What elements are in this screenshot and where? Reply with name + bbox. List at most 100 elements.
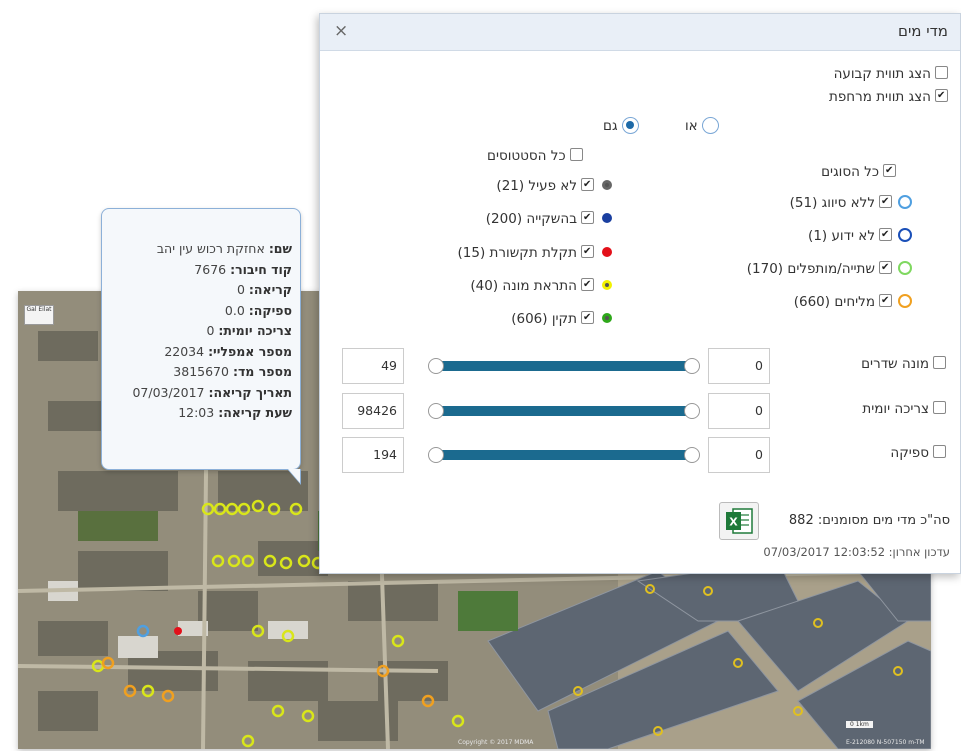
- status-checkbox[interactable]: [581, 311, 594, 324]
- filter-row-transmissions[interactable]: מונה שדרים: [861, 356, 946, 372]
- status-checkbox[interactable]: [581, 278, 594, 291]
- status-item-irrigating[interactable]: בהשקייה (200): [486, 211, 612, 227]
- filter-checkbox[interactable]: [933, 445, 946, 458]
- filter-min-input[interactable]: 0: [708, 393, 770, 429]
- filter-max-input[interactable]: 194: [342, 437, 404, 473]
- popup-row-value: 7676: [194, 261, 227, 277]
- status-checkbox[interactable]: [581, 211, 594, 224]
- type-label: שתייה/מותפלים (170): [746, 261, 875, 277]
- popup-row-value: אחזקת רכוש עין יהב: [156, 241, 265, 256]
- map-coordinates: E-212080 N-507150 m-TM: [846, 739, 925, 746]
- fixed-label-checkbox[interactable]: [935, 66, 948, 79]
- all-statuses-option[interactable]: כל הסטטוסים: [487, 148, 583, 164]
- fixed-label-option[interactable]: הצג תווית קבועה: [834, 66, 948, 82]
- popup-row: תאריך קריאה: 07/03/2017: [106, 383, 292, 404]
- all-statuses-checkbox[interactable]: [569, 148, 583, 161]
- filter-max-input[interactable]: 98426: [342, 393, 404, 429]
- filter-min-input[interactable]: 0: [708, 348, 770, 384]
- filter-max-input[interactable]: 49: [342, 348, 404, 384]
- status-label: לא פעיל (21): [496, 178, 577, 194]
- status-label: התראת מונה (40): [470, 278, 577, 294]
- popup-row-key: מספר אמפליי:: [208, 343, 292, 359]
- radio-and[interactable]: [621, 117, 639, 134]
- popup-row-key: תאריך קריאה:: [208, 384, 292, 400]
- radio-or-option[interactable]: או: [685, 117, 719, 134]
- popup-row-key: ספיקה:: [248, 302, 292, 318]
- fixed-label-text: הצג תווית קבועה: [833, 66, 931, 82]
- type-checkbox[interactable]: [879, 228, 892, 241]
- popup-row-key: צריכה יומית:: [218, 323, 292, 338]
- popup-row-value: 3815670: [173, 364, 229, 379]
- dialog-title: מדי מים: [898, 22, 948, 40]
- type-checkbox[interactable]: [879, 294, 892, 307]
- water-meters-dialog: מדי מים × הצג תווית קבועה הצג תווית מרחפ…: [319, 13, 961, 574]
- map-corner-badge: Gal Eilat: [24, 305, 54, 325]
- filter-row-daily-consumption[interactable]: צריכה יומית: [862, 401, 946, 417]
- status-checkbox[interactable]: [581, 178, 594, 191]
- type-item-saline[interactable]: מליחים (660): [794, 294, 912, 310]
- status-color-dot: [602, 313, 612, 323]
- filter-label: ספיקה: [890, 445, 929, 461]
- radio-and-label: גם: [603, 118, 618, 134]
- type-label: ללא סיווג (51): [789, 195, 875, 211]
- type-label: מליחים (660): [793, 294, 875, 310]
- meter-info-popup: שם: אחזקת רכוש עין יהב קוד חיבור: 7676 קרי…: [101, 208, 301, 485]
- type-color-ring: [898, 228, 912, 242]
- range-slider-track[interactable]: [433, 361, 697, 371]
- type-color-ring: [898, 294, 912, 308]
- map-copyright: Copyright © 2017 MDMA: [458, 739, 534, 746]
- popup-row-value: 0: [206, 323, 215, 338]
- status-checkbox[interactable]: [581, 245, 594, 258]
- radio-and-option[interactable]: גם: [603, 117, 639, 134]
- popup-row-key: שם:: [268, 241, 292, 256]
- range-slider-track[interactable]: [433, 450, 697, 460]
- range-slider-min-handle[interactable]: [428, 403, 444, 419]
- excel-export-icon: X: [726, 508, 753, 534]
- range-slider-max-handle[interactable]: [684, 447, 700, 463]
- floating-label-checkbox[interactable]: [935, 89, 948, 102]
- range-slider-min-handle[interactable]: [428, 358, 444, 374]
- all-types-checkbox[interactable]: [883, 164, 896, 177]
- type-checkbox[interactable]: [879, 261, 892, 274]
- range-slider-track[interactable]: [433, 406, 697, 416]
- type-label: לא ידוע (1): [808, 228, 875, 244]
- status-color-dot: [602, 247, 612, 257]
- type-item-unclassified[interactable]: ללא סיווג (51): [790, 195, 912, 211]
- filter-checkbox[interactable]: [933, 356, 946, 369]
- type-checkbox[interactable]: [879, 195, 892, 208]
- status-item-inactive[interactable]: לא פעיל (21): [496, 178, 612, 194]
- popup-row: שעת קריאה: 12:03: [106, 403, 292, 424]
- range-slider-min-handle[interactable]: [428, 447, 444, 463]
- range-slider-max-handle[interactable]: [684, 403, 700, 419]
- status-label: תקין (606): [511, 311, 577, 327]
- radio-or[interactable]: [702, 117, 719, 134]
- popup-row-value: 22034: [164, 343, 205, 359]
- close-icon[interactable]: ×: [334, 21, 348, 41]
- popup-row-value: 07/03/2017: [132, 384, 205, 400]
- status-item-meter-alert[interactable]: התראת מונה (40): [470, 278, 612, 294]
- all-types-label: כל הסוגים: [821, 164, 879, 180]
- popup-row: מספר אמפליי: 22034: [106, 342, 292, 363]
- status-item-ok[interactable]: תקין (606): [511, 311, 612, 327]
- popup-row: צריכה יומית: 0: [106, 321, 292, 342]
- filter-label: מונה שדרים: [861, 356, 929, 372]
- filter-checkbox[interactable]: [933, 401, 946, 414]
- type-color-ring: [898, 195, 912, 209]
- popup-row-value: 0: [236, 282, 245, 297]
- all-types-option[interactable]: כל הסוגים: [821, 164, 896, 180]
- filter-min-input[interactable]: 0: [708, 437, 770, 473]
- range-slider-max-handle[interactable]: [684, 358, 700, 374]
- floating-label-text: הצג תווית מרחפת: [828, 89, 931, 105]
- popup-row: קוד חיבור: 7676: [106, 260, 292, 281]
- popup-row-key: קריאה:: [248, 282, 292, 297]
- filter-row-flow[interactable]: ספיקה: [890, 445, 946, 461]
- floating-label-option[interactable]: הצג תווית מרחפת: [829, 89, 948, 105]
- status-color-dot: [602, 280, 612, 290]
- type-item-drinking[interactable]: שתייה/מותפלים (170): [747, 261, 912, 277]
- popup-row-value: 12:03: [178, 405, 215, 420]
- last-updated: עדכון אחרון: 12:03:52 07/03/2017: [763, 545, 950, 559]
- status-label: בהשקייה (200): [485, 211, 577, 227]
- type-item-unknown[interactable]: לא ידוע (1): [808, 228, 912, 244]
- excel-export-button[interactable]: X: [719, 502, 759, 540]
- status-item-comm-fault[interactable]: תקלת תקשורת (15): [458, 245, 612, 261]
